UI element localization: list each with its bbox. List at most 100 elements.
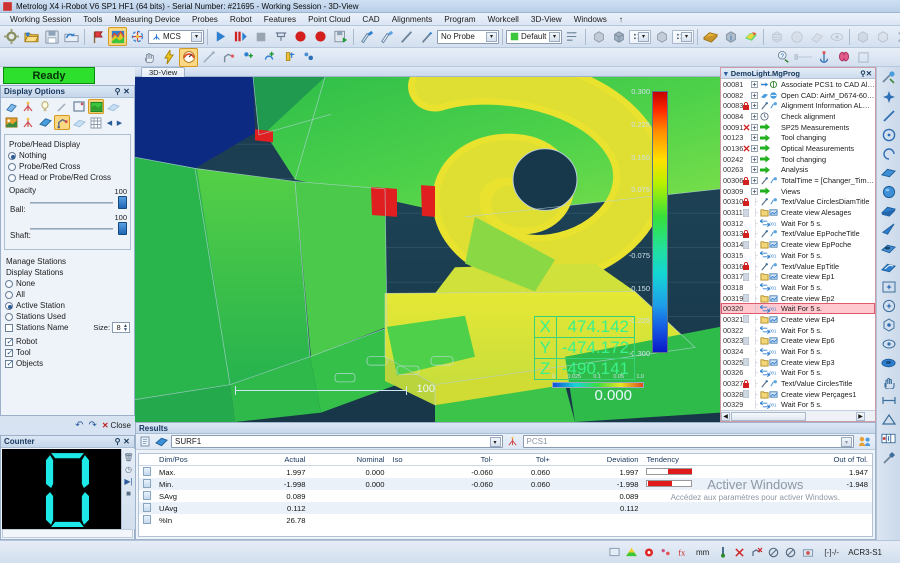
- program-tree-row[interactable]: 00136Optical Measurements: [721, 143, 875, 154]
- redo-icon[interactable]: ↷: [88, 420, 96, 431]
- sphere-feature-icon[interactable]: [878, 182, 899, 201]
- close-icon[interactable]: ✕: [122, 437, 131, 446]
- results-column-tol[interactable]: Tol+: [497, 454, 554, 466]
- program-expand-icon[interactable]: [751, 188, 760, 195]
- program-tree-row[interactable]: 00311├Create view Alesages: [721, 207, 875, 218]
- undo-icon[interactable]: ↶: [75, 420, 83, 431]
- program-tree-row[interactable]: 00091SP25 Measurements: [721, 122, 875, 133]
- results-column-tol[interactable]: Tol-: [433, 454, 496, 466]
- close-icon[interactable]: ✕: [122, 87, 131, 96]
- probe-line-icon[interactable]: [397, 27, 416, 46]
- program-tree-row[interactable]: 00081Associate PCS1 to CAD Alignment: [721, 79, 875, 90]
- program-expand-icon[interactable]: [751, 177, 760, 184]
- program-expand-icon[interactable]: ├: [751, 272, 760, 281]
- dopt-show-cad-icon[interactable]: [3, 99, 19, 114]
- program-row-marker-icon[interactable]: [743, 177, 751, 185]
- circle-feature-icon[interactable]: [878, 125, 899, 144]
- program-tree-row[interactable]: 00263Analysis: [721, 165, 875, 176]
- shade-cube-icon[interactable]: [609, 27, 628, 46]
- results-table-row[interactable]: UAvg0.1120.112: [139, 502, 872, 514]
- program-tree-row[interactable]: 00319├Create view Ep2: [721, 293, 875, 304]
- construct-feature-icon[interactable]: [878, 68, 899, 87]
- results-column-out-of-tol[interactable]: Out of Tol.: [776, 454, 872, 466]
- close-button[interactable]: ✕ Close: [102, 421, 131, 430]
- chevron-down-icon[interactable]: ▾: [490, 437, 501, 447]
- station-radio-active-station[interactable]: Active Station: [5, 300, 130, 311]
- program-expand-icon[interactable]: ├: [751, 294, 760, 303]
- reset-button[interactable]: [271, 27, 290, 46]
- gdnt-frame-icon[interactable]: [878, 429, 899, 448]
- dopt-section-icon[interactable]: [71, 115, 87, 130]
- menu-item-features[interactable]: Features: [258, 13, 302, 26]
- program-expand-icon[interactable]: ├: [751, 283, 760, 292]
- rect-point-icon[interactable]: [878, 277, 899, 296]
- tools-hammer-icon[interactable]: [878, 448, 899, 467]
- program-tree-row[interactable]: 00084Check alignment: [721, 111, 875, 122]
- dopt-frame-icon[interactable]: [71, 99, 87, 114]
- stations-name-checkbox[interactable]: Stations Name: [5, 322, 68, 333]
- default-style-combo[interactable]: Default ▾: [506, 30, 562, 44]
- program-expand-icon[interactable]: ├: [751, 347, 760, 356]
- program-expand-icon[interactable]: [751, 92, 760, 99]
- program-expand-icon[interactable]: ├: [751, 262, 760, 271]
- dopt-grid-icon[interactable]: [88, 115, 104, 130]
- main-toolbar[interactable]: MCS ▾: [0, 26, 900, 48]
- coordinate-system-combo[interactable]: MCS ▾: [148, 30, 204, 44]
- status-noentry-1-icon[interactable]: [767, 546, 780, 559]
- visibility-check-tool[interactable]: Tool: [5, 347, 130, 358]
- results-toolbar[interactable]: SURF1 ▾ PCS1 ▾: [136, 434, 875, 450]
- dopt-probe-icon[interactable]: [54, 99, 70, 114]
- probe-stand-icon[interactable]: [279, 48, 298, 67]
- hexagon-point-icon[interactable]: [878, 315, 899, 334]
- program-expand-icon[interactable]: ├: [751, 368, 760, 377]
- status-points-icon[interactable]: [659, 546, 672, 559]
- program-expand-icon[interactable]: ├: [751, 251, 760, 260]
- dopt-robot-icon[interactable]: [54, 115, 70, 130]
- chevron-down-icon[interactable]: ▾: [841, 437, 852, 447]
- program-row-marker-icon[interactable]: [743, 198, 751, 206]
- program-expand-icon[interactable]: ├: [751, 197, 760, 206]
- program-expand-icon[interactable]: ├: [751, 400, 760, 409]
- frame-icon[interactable]: [854, 48, 873, 67]
- dopt-prev-icon[interactable]: ◀: [105, 115, 114, 130]
- probe-display-radio-probe-red-cross[interactable]: Probe/Red Cross: [8, 161, 127, 172]
- tab-3d-view[interactable]: 3D-View: [141, 67, 185, 77]
- program-tree-row[interactable]: 00317├Create view Ep1: [721, 271, 875, 282]
- status-fx-icon[interactable]: fx: [676, 546, 689, 559]
- program-tree-row[interactable]: 00328├Create view Perçages1: [721, 389, 875, 400]
- angle-measure-icon[interactable]: [878, 410, 899, 429]
- counter-clock-icon[interactable]: ◷: [125, 465, 132, 474]
- menu-item-working-session[interactable]: Working Session: [4, 13, 77, 26]
- program-expand-icon[interactable]: [751, 134, 760, 141]
- dopt-blue-plane-icon[interactable]: [37, 115, 53, 130]
- line-feature-icon[interactable]: [878, 106, 899, 125]
- menu-item-point-cloud[interactable]: Point Cloud: [302, 13, 356, 26]
- point-feature-icon[interactable]: [878, 87, 899, 106]
- save-icon[interactable]: [42, 27, 61, 46]
- rotate-view-icon[interactable]: [893, 27, 900, 46]
- station-radio-stations-used[interactable]: Stations Used: [5, 311, 130, 322]
- program-expand-icon[interactable]: ├: [751, 240, 760, 249]
- status-colormap-icon[interactable]: [625, 546, 638, 559]
- pin-icon[interactable]: ⚲: [113, 437, 122, 446]
- results-table-row[interactable]: Min.-1.9980.000-0.0600.060-1.998-1.948: [139, 478, 872, 490]
- visibility-check-robot[interactable]: Robot: [5, 336, 130, 347]
- point-plus-icon-1[interactable]: [239, 48, 258, 67]
- results-table-row[interactable]: %In26.78: [139, 514, 872, 526]
- measure-line-icon[interactable]: [199, 48, 218, 67]
- program-tree-row[interactable]: 00320├001Wait For 5 s.: [721, 303, 875, 314]
- program-expand-icon[interactable]: ├: [751, 390, 760, 399]
- dopt-show-points-icon[interactable]: [20, 99, 36, 114]
- program-expand-icon[interactable]: ├: [751, 229, 760, 238]
- points-display-combo[interactable]: ▾: [629, 30, 651, 44]
- program-row-marker-icon[interactable]: [743, 273, 751, 281]
- program-row-marker-icon[interactable]: [743, 241, 751, 249]
- dopt-plane-icon[interactable]: [105, 99, 121, 114]
- program-expand-icon[interactable]: [751, 166, 760, 173]
- point-plus-icon-2[interactable]: [259, 48, 278, 67]
- chevron-down-icon[interactable]: ▾: [681, 32, 692, 42]
- program-expand-icon[interactable]: [751, 124, 760, 131]
- circle-point-icon[interactable]: [878, 296, 899, 315]
- menu-item-alignments[interactable]: Alignments: [386, 13, 439, 26]
- slot-feature-icon[interactable]: [878, 239, 899, 258]
